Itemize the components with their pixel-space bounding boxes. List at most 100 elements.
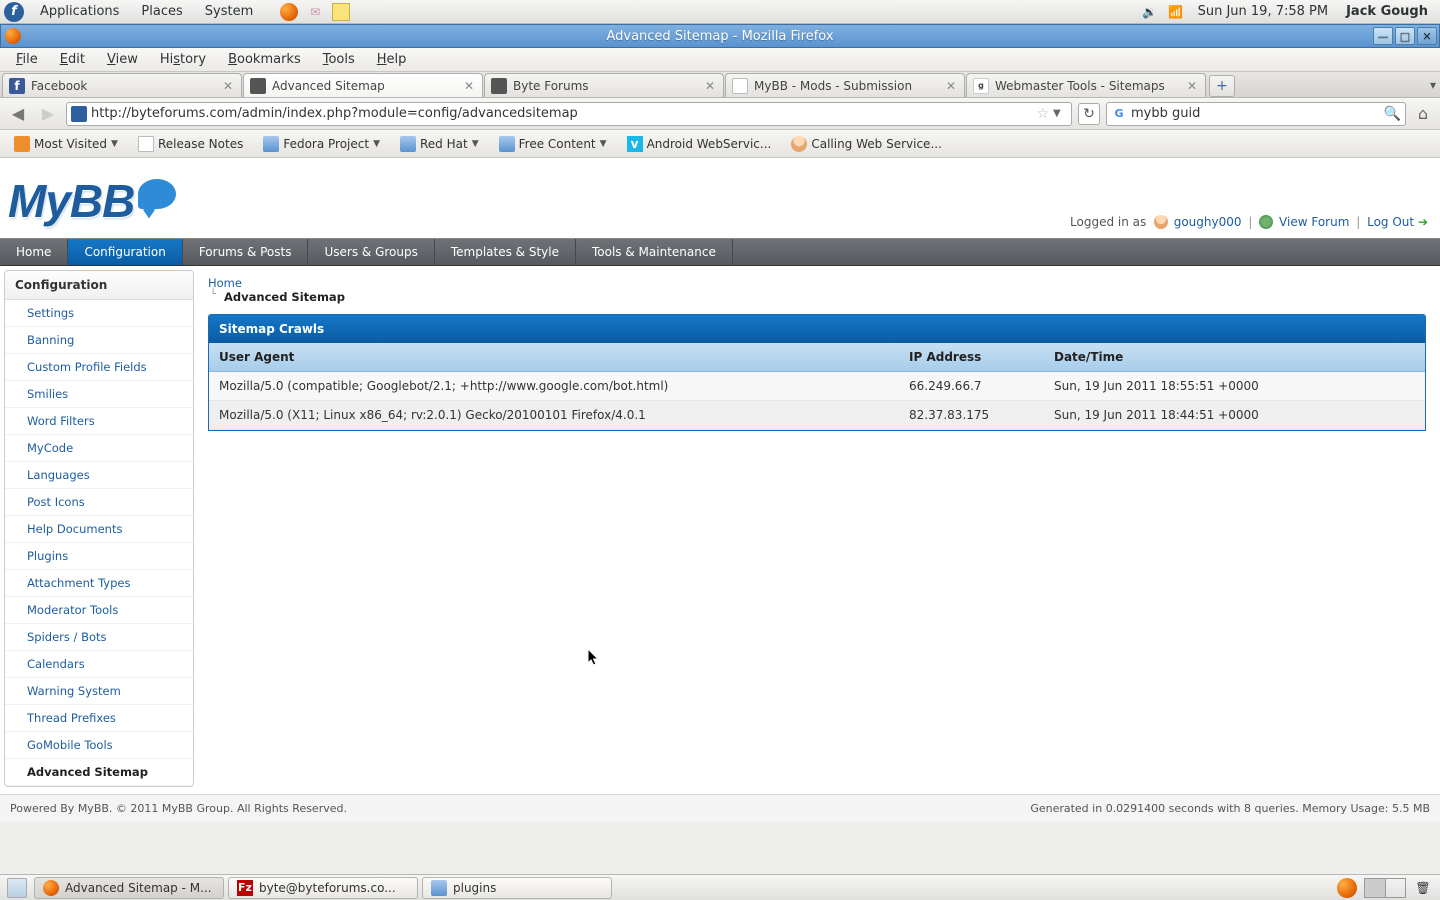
menu-places[interactable]: Places — [131, 2, 192, 21]
admin-nav-item[interactable]: Users & Groups — [308, 239, 434, 265]
admin-nav-item[interactable]: Templates & Style — [435, 239, 576, 265]
firefox-navbar: ◀ ▶ ☆ ▼ ↻ G 🔍 ⌂ — [0, 98, 1440, 130]
admin-nav-item[interactable]: Home — [0, 239, 68, 265]
task-label: byte@byteforums.co... — [259, 881, 396, 895]
network-icon[interactable]: 📶 — [1167, 3, 1185, 21]
admin-nav-item[interactable]: Configuration — [68, 239, 182, 265]
menu-tools[interactable]: Tools — [313, 49, 365, 70]
new-tab-button[interactable]: + — [1209, 75, 1235, 97]
sidebar-item[interactable]: Moderator Tools — [5, 597, 193, 624]
search-go-icon[interactable]: 🔍 — [1384, 106, 1401, 122]
menu-history[interactable]: History — [150, 49, 216, 70]
nav-forward-button[interactable]: ▶ — [36, 102, 60, 126]
tab-close-icon[interactable]: ✕ — [221, 79, 235, 93]
reload-button[interactable]: ↻ — [1078, 103, 1100, 125]
sidebar-item[interactable]: Advanced Sitemap — [5, 759, 193, 786]
table-row: Mozilla/5.0 (compatible; Googlebot/2.1; … — [209, 372, 1425, 401]
col-header-datetime: Date/Time — [1044, 343, 1425, 371]
fedora-logo-icon[interactable]: f — [4, 2, 24, 22]
launcher-notes-icon[interactable] — [332, 3, 350, 21]
window-maximize-button[interactable]: □ — [1395, 27, 1415, 45]
url-bar[interactable]: ☆ ▼ — [66, 102, 1072, 126]
admin-nav: HomeConfigurationForums & PostsUsers & G… — [0, 238, 1440, 266]
tab-close-icon[interactable]: ✕ — [703, 79, 717, 93]
menu-applications[interactable]: Applications — [30, 2, 129, 21]
sidebar-item[interactable]: Help Documents — [5, 516, 193, 543]
logout-link[interactable]: Log Out — [1367, 215, 1414, 229]
tab-overflow-icon[interactable]: ▾ — [1430, 78, 1436, 92]
sidebar-item[interactable]: Languages — [5, 462, 193, 489]
menu-view[interactable]: View — [97, 49, 148, 70]
bookmark-item[interactable]: v Android WebServic... — [619, 133, 780, 155]
sidebar-item[interactable]: Calendars — [5, 651, 193, 678]
sidebar-item[interactable]: Custom Profile Fields — [5, 354, 193, 381]
bookmark-star-icon[interactable]: ☆ — [1036, 106, 1049, 122]
window-minimize-button[interactable]: — — [1373, 27, 1393, 45]
browser-tab[interactable]: g Webmaster Tools - Sitemaps ✕ — [966, 73, 1206, 97]
url-input[interactable] — [91, 106, 1032, 121]
sidebar-item[interactable]: Settings — [5, 300, 193, 327]
sidebar-item[interactable]: Plugins — [5, 543, 193, 570]
breadcrumb-home-link[interactable]: Home — [208, 276, 242, 290]
clock-text[interactable]: Sun Jun 19, 7:58 PM — [1190, 4, 1337, 19]
home-button[interactable]: ⌂ — [1412, 103, 1434, 125]
sidebar-item[interactable]: GoMobile Tools — [5, 732, 193, 759]
nav-back-button[interactable]: ◀ — [6, 102, 30, 126]
browser-tab[interactable]: Byte Forums ✕ — [484, 73, 724, 97]
volume-icon[interactable]: 🔉 — [1141, 3, 1159, 21]
url-dropdown-icon[interactable]: ▼ — [1053, 108, 1067, 119]
sidebar-item[interactable]: Spiders / Bots — [5, 624, 193, 651]
browser-tab[interactable]: Advanced Sitemap ✕ — [243, 73, 483, 97]
bookmark-item[interactable]: Red Hat ▼ — [392, 133, 487, 155]
chevron-down-icon: ▼ — [373, 139, 380, 149]
window-close-button[interactable]: ✕ — [1417, 27, 1437, 45]
username-link[interactable]: goughy000 — [1174, 215, 1242, 229]
menu-help[interactable]: Help — [367, 49, 417, 70]
menu-bookmarks[interactable]: Bookmarks — [218, 49, 311, 70]
bookmark-item[interactable]: Fedora Project ▼ — [255, 133, 388, 155]
taskbar-window-button[interactable]: Advanced Sitemap - M... — [34, 877, 224, 899]
tray-firefox-icon[interactable] — [1337, 878, 1357, 898]
sidebar-item[interactable]: Attachment Types — [5, 570, 193, 597]
sidebar-item[interactable]: Word Filters — [5, 408, 193, 435]
task-icon — [43, 880, 59, 896]
browser-tab[interactable]: f Facebook ✕ — [2, 73, 242, 97]
tab-close-icon[interactable]: ✕ — [1185, 79, 1199, 93]
mybb-logo[interactable]: MyBB — [8, 174, 176, 228]
sidebar-item[interactable]: Smilies — [5, 381, 193, 408]
sidebar-item[interactable]: Thread Prefixes — [5, 705, 193, 732]
sidebar-item[interactable]: Post Icons — [5, 489, 193, 516]
search-bar[interactable]: G 🔍 — [1106, 102, 1406, 126]
menu-file[interactable]: File — [6, 49, 48, 70]
admin-nav-item[interactable]: Forums & Posts — [183, 239, 309, 265]
menu-edit[interactable]: Edit — [50, 49, 95, 70]
launcher-firefox-icon[interactable] — [280, 3, 298, 21]
mybb-footer: Powered By MyBB. © 2011 MyBB Group. All … — [0, 794, 1440, 822]
browser-tab[interactable]: MyBB - Mods - Submission ✕ — [725, 73, 965, 97]
bookmark-item[interactable]: Most Visited ▼ — [6, 133, 126, 155]
admin-nav-item[interactable]: Tools & Maintenance — [576, 239, 733, 265]
bookmark-item[interactable]: Free Content ▼ — [491, 133, 615, 155]
sidebar-item[interactable]: MyCode — [5, 435, 193, 462]
show-desktop-icon[interactable] — [7, 878, 27, 898]
table-title: Sitemap Crawls — [209, 315, 1425, 343]
tab-label: MyBB - Mods - Submission — [754, 79, 938, 93]
sidebar-item[interactable]: Warning System — [5, 678, 193, 705]
tab-close-icon[interactable]: ✕ — [462, 79, 476, 93]
taskbar-window-button[interactable]: Fz byte@byteforums.co... — [228, 877, 418, 899]
bookmark-item[interactable]: Release Notes — [130, 133, 251, 155]
main-content: Home Advanced Sitemap Sitemap Crawls Use… — [194, 266, 1440, 791]
view-forum-link[interactable]: View Forum — [1279, 215, 1349, 229]
workspace-switcher[interactable] — [1364, 878, 1406, 898]
search-engine-google-icon[interactable]: G — [1111, 106, 1127, 122]
firefox-titlebar[interactable]: Advanced Sitemap - Mozilla Firefox — □ ✕ — [0, 24, 1440, 48]
sidebar-item[interactable]: Banning — [5, 327, 193, 354]
bookmark-item[interactable]: Calling Web Service... — [783, 133, 950, 155]
menu-system[interactable]: System — [195, 2, 263, 21]
trash-icon[interactable]: 🗑 — [1413, 878, 1433, 898]
user-menu[interactable]: Jack Gough — [1338, 4, 1436, 19]
taskbar-window-button[interactable]: plugins — [422, 877, 612, 899]
search-input[interactable] — [1131, 106, 1380, 121]
tab-close-icon[interactable]: ✕ — [944, 79, 958, 93]
launcher-evolution-icon[interactable]: ✉ — [306, 3, 324, 21]
